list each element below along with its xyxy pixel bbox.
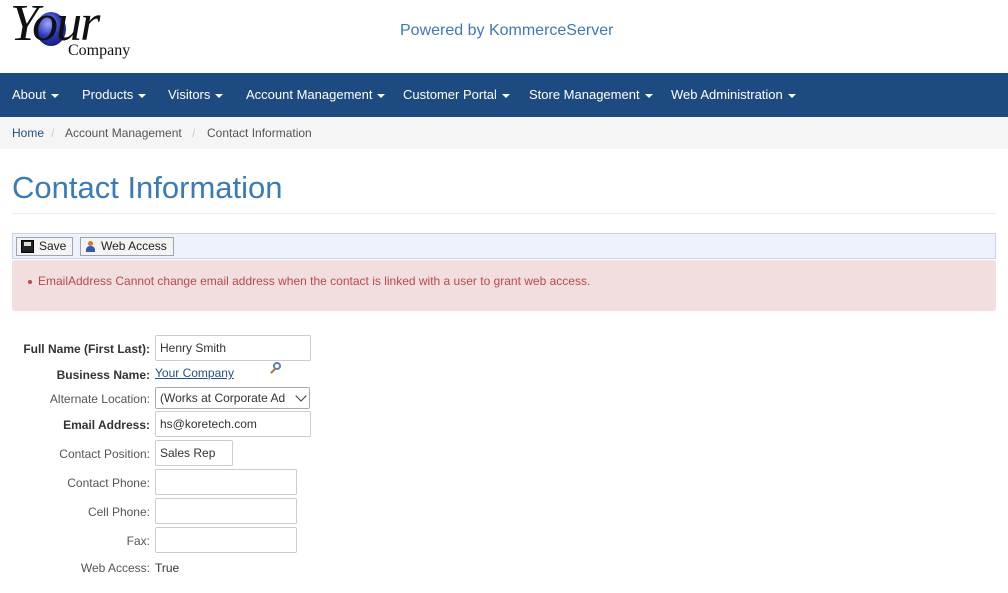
logo-subtext: Company xyxy=(68,42,131,59)
caret-down-icon xyxy=(377,93,386,98)
powered-by-text: Powered by KommerceServer xyxy=(400,22,614,39)
web-access-button[interactable]: Web Access xyxy=(80,237,174,256)
contact-position-label: Contact Position: xyxy=(59,447,150,461)
breadcrumb-separator: / xyxy=(51,126,55,140)
caret-down-icon xyxy=(215,93,224,98)
nav-store-management[interactable]: Store Management xyxy=(529,87,653,102)
nav-visitors[interactable]: Visitors xyxy=(168,87,224,102)
caret-down-icon xyxy=(501,93,510,98)
cell-phone-input[interactable] xyxy=(155,498,297,524)
email-address-input[interactable] xyxy=(155,411,311,437)
business-name-label: Business Name: xyxy=(56,368,150,382)
company-logo[interactable]: Your Company xyxy=(10,0,150,64)
web-access-value: True xyxy=(155,561,180,575)
error-alert: EmailAddress Cannot change email address… xyxy=(12,260,996,311)
business-name-link[interactable]: Your Company xyxy=(155,366,234,380)
main-nav: About Products Visitors Account Manageme… xyxy=(0,73,1008,117)
nav-web-administration[interactable]: Web Administration xyxy=(671,87,796,102)
alternate-location-label: Alternate Location: xyxy=(49,392,150,406)
search-icon[interactable] xyxy=(270,362,283,375)
contact-position-input[interactable] xyxy=(155,440,233,466)
floppy-disk-icon xyxy=(21,240,34,254)
user-icon xyxy=(85,241,96,253)
caret-down-icon xyxy=(644,93,653,98)
toolbar: Save Web Access xyxy=(12,233,996,259)
full-name-label: Full Name (First Last): xyxy=(23,342,150,356)
cell-phone-label: Cell Phone: xyxy=(87,505,150,519)
error-message: EmailAddress Cannot change email address… xyxy=(28,274,590,288)
web-access-label: Web Access: xyxy=(80,561,150,575)
page-title: Contact Information xyxy=(12,170,283,205)
caret-down-icon xyxy=(787,93,796,98)
caret-down-icon xyxy=(50,93,59,98)
chevron-down-icon xyxy=(295,390,307,402)
breadcrumb-home[interactable]: Home xyxy=(12,126,44,140)
fax-input[interactable] xyxy=(155,527,297,553)
header: Your Company Powered by KommerceServer xyxy=(0,0,1008,73)
bullet-icon xyxy=(28,279,32,284)
nav-about[interactable]: About xyxy=(12,87,59,102)
nav-customer-portal[interactable]: Customer Portal xyxy=(403,87,510,102)
full-name-input[interactable] xyxy=(155,335,311,361)
breadcrumb-account-management[interactable]: Account Management xyxy=(65,126,182,140)
divider xyxy=(12,213,996,214)
nav-products[interactable]: Products xyxy=(82,87,147,102)
contact-phone-input[interactable] xyxy=(155,469,297,495)
caret-down-icon xyxy=(138,93,147,98)
alternate-location-select[interactable]: (Works at Corporate Address) xyxy=(155,387,310,409)
breadcrumb-separator: / xyxy=(192,126,196,140)
breadcrumb: Home / Account Management / Contact Info… xyxy=(0,117,1008,149)
breadcrumb-current: Contact Information xyxy=(207,126,312,140)
contact-phone-label: Contact Phone: xyxy=(67,476,150,490)
email-address-label: Email Address: xyxy=(63,418,150,432)
fax-label: Fax: xyxy=(126,534,150,548)
nav-account-management[interactable]: Account Management xyxy=(246,87,386,102)
save-button[interactable]: Save xyxy=(16,237,74,256)
